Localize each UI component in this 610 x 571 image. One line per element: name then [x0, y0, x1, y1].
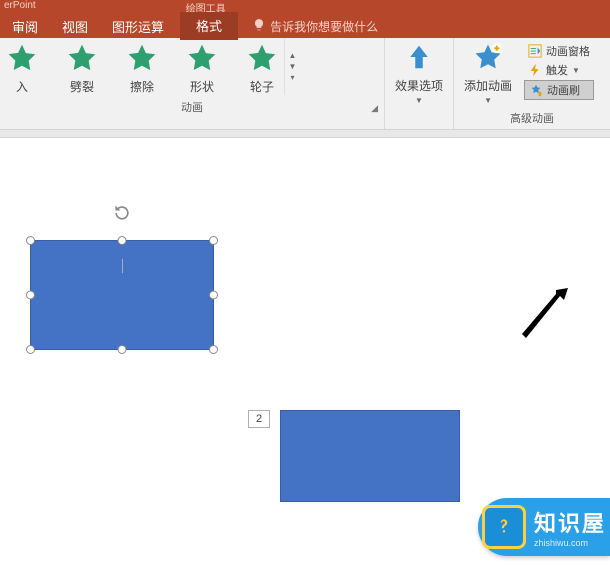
- anim-label: 形状: [190, 78, 214, 95]
- watermark-title: 知识屋: [534, 506, 606, 538]
- chevron-down-icon: ▼: [572, 66, 580, 75]
- resize-handle-s[interactable]: [118, 345, 127, 354]
- tab-view[interactable]: 视图: [50, 13, 100, 40]
- gallery-more[interactable]: ▲ ▼ ▾: [284, 38, 300, 95]
- anim-label: 劈裂: [70, 78, 94, 95]
- tab-format[interactable]: 格式: [180, 12, 238, 40]
- star-icon: [246, 42, 278, 74]
- star-icon: [66, 42, 98, 74]
- ribbon-tabs-area: erPoint 绘图工具 审阅 视图 图形运算 格式 告诉我你想要做什么: [0, 0, 610, 38]
- effect-options-button[interactable]: 效果选项 ▼: [385, 38, 453, 129]
- rotation-connector: [122, 259, 123, 273]
- star-icon: [126, 42, 158, 74]
- resize-handle-se[interactable]: [209, 345, 218, 354]
- tell-me-label: 告诉我你想要做什么: [270, 18, 378, 35]
- rectangle-shape-2[interactable]: [280, 410, 460, 502]
- chevron-down-icon: ▼: [484, 96, 492, 105]
- lightning-icon: [528, 63, 542, 77]
- arrow-up-icon: [404, 42, 434, 75]
- animation-pane-button[interactable]: 动画窗格: [524, 42, 594, 60]
- anim-label: 轮子: [250, 78, 274, 95]
- paintbrush-star-icon: [529, 83, 543, 97]
- add-animation-label: 添加动画: [464, 77, 512, 94]
- ruler: [0, 130, 610, 138]
- resize-handle-nw[interactable]: [26, 236, 35, 245]
- star-icon: [6, 42, 38, 74]
- dialog-launcher-icon[interactable]: ◢: [371, 103, 378, 114]
- anim-label: 擦除: [130, 78, 154, 95]
- pane-icon: [528, 44, 542, 58]
- watermark-url: zhishiwu.com: [534, 538, 606, 548]
- question-mark-icon: [482, 505, 526, 549]
- watermark-logo: 知识屋 zhishiwu.com: [478, 498, 610, 556]
- anim-effect-shape[interactable]: 形状: [186, 42, 218, 95]
- anim-effect-enter[interactable]: 入: [6, 42, 38, 95]
- chevron-down-icon: ▼: [415, 96, 423, 105]
- trigger-label: 触发: [546, 62, 568, 78]
- resize-handle-n[interactable]: [118, 236, 127, 245]
- chevron-up-icon: ▲: [289, 51, 297, 60]
- resize-handle-w[interactable]: [26, 291, 35, 300]
- effect-options-label: 效果选项: [395, 77, 443, 94]
- animation-pane-label: 动画窗格: [546, 43, 590, 59]
- ribbon-body: 入 劈裂 擦除 形状 轮子: [0, 38, 610, 130]
- lightbulb-icon: [252, 18, 266, 35]
- tell-me-box[interactable]: 告诉我你想要做什么: [252, 18, 378, 35]
- add-animation-button[interactable]: 添加动画 ▼: [454, 38, 522, 106]
- tab-shape-operations[interactable]: 图形运算: [100, 13, 176, 40]
- resize-handle-sw[interactable]: [26, 345, 35, 354]
- annotation-arrow: [518, 288, 578, 338]
- tab-review[interactable]: 审阅: [0, 13, 50, 40]
- anim-effect-split[interactable]: 劈裂: [66, 42, 98, 95]
- rotation-handle[interactable]: [112, 203, 132, 223]
- trigger-button[interactable]: 触发 ▼: [524, 61, 594, 79]
- selected-rectangle-shape[interactable]: [30, 240, 214, 350]
- star-icon: [186, 42, 218, 74]
- anim-effect-wipe[interactable]: 擦除: [126, 42, 158, 95]
- more-icon: ▾: [290, 73, 294, 82]
- resize-handle-e[interactable]: [209, 291, 218, 300]
- animation-group-label: 动画 ◢: [0, 95, 384, 118]
- animation-order-badge[interactable]: 2: [248, 410, 270, 428]
- anim-label: 入: [16, 78, 28, 95]
- chevron-down-icon: ▼: [289, 62, 297, 71]
- star-plus-icon: [473, 42, 503, 75]
- animation-painter-button[interactable]: 动画刷: [524, 80, 594, 100]
- resize-handle-ne[interactable]: [209, 236, 218, 245]
- animations-group: 入 劈裂 擦除 形状 轮子: [0, 38, 384, 129]
- animation-painter-label: 动画刷: [547, 82, 580, 98]
- advanced-animation-group-label: 高级动画: [454, 106, 610, 129]
- anim-effect-wheel[interactable]: 轮子: [246, 42, 278, 95]
- slide-canvas[interactable]: 2 知识屋 zhishiwu.com: [0, 130, 610, 570]
- advanced-animation-group: 添加动画 ▼ 动画窗格 触发 ▼: [454, 38, 610, 129]
